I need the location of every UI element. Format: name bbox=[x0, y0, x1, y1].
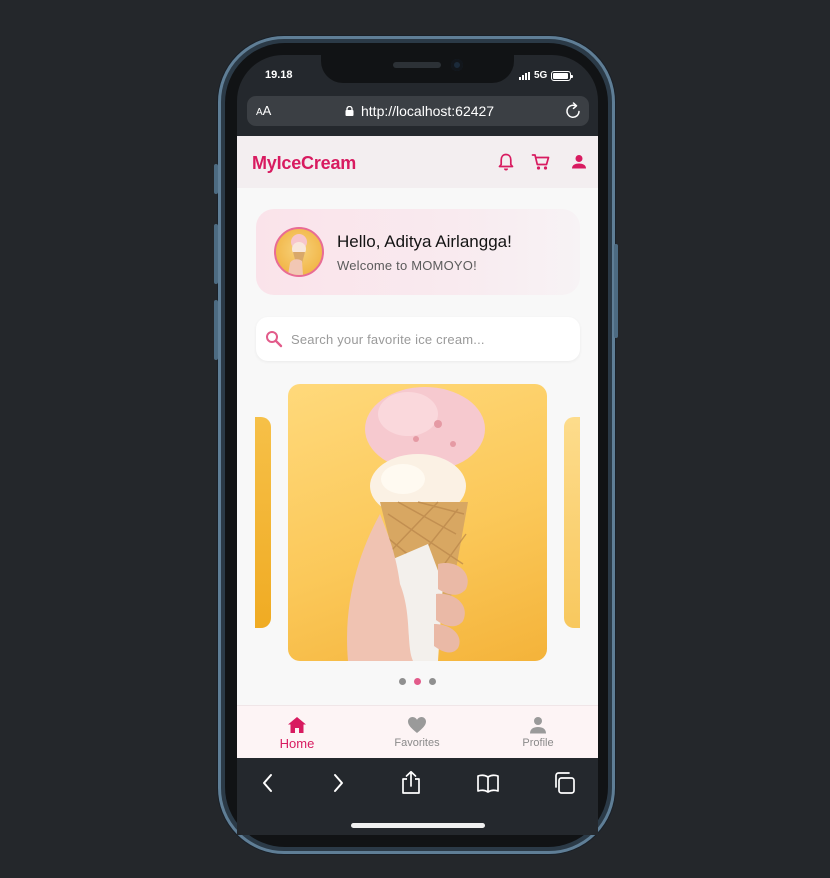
greeting-title: Hello, Aditya Airlangga! bbox=[337, 232, 512, 251]
network-type: 5G bbox=[534, 70, 548, 81]
reload-icon[interactable] bbox=[565, 102, 582, 120]
nav-label-favorites: Favorites bbox=[394, 737, 440, 749]
carousel-next-slide[interactable] bbox=[564, 417, 580, 628]
carousel-dot[interactable] bbox=[429, 678, 436, 685]
tabs-icon[interactable] bbox=[553, 770, 577, 796]
mute-switch bbox=[214, 164, 218, 194]
url-text[interactable]: http://localhost:62427 bbox=[361, 103, 494, 119]
nav-label-home: Home bbox=[279, 736, 315, 751]
nav-item-favorites[interactable]: Favorites bbox=[367, 710, 467, 749]
volume-down-button bbox=[214, 300, 218, 360]
avatar-image bbox=[288, 234, 307, 275]
chevron-left-icon[interactable] bbox=[256, 770, 280, 796]
signal-icon bbox=[519, 71, 530, 80]
carousel-prev-slide[interactable] bbox=[255, 417, 271, 628]
app-viewport: MyIceCream Hello, Aditya Airlangga! Welc… bbox=[237, 136, 598, 758]
status-time: 19.18 bbox=[265, 69, 293, 81]
text-size-button[interactable]: AA bbox=[256, 103, 271, 118]
power-button bbox=[614, 244, 618, 338]
nav-item-profile[interactable]: Profile bbox=[488, 710, 588, 749]
home-icon bbox=[288, 717, 306, 733]
carousel-dot[interactable] bbox=[414, 678, 421, 685]
volume-up-button bbox=[214, 224, 218, 284]
earpiece-speaker bbox=[393, 62, 441, 68]
front-camera bbox=[451, 59, 463, 71]
search-input[interactable] bbox=[291, 327, 571, 351]
app-bar: MyIceCream bbox=[237, 136, 598, 188]
carousel-dot[interactable] bbox=[399, 678, 406, 685]
search-icon bbox=[266, 331, 283, 348]
notch bbox=[321, 53, 514, 83]
nav-item-home[interactable]: Home bbox=[247, 710, 347, 751]
avatar[interactable] bbox=[274, 227, 324, 277]
cart-icon[interactable] bbox=[531, 152, 551, 172]
battery-icon bbox=[551, 70, 574, 81]
carousel-indicator bbox=[399, 678, 436, 685]
ice-cream-cone-image bbox=[347, 387, 485, 661]
lock-icon bbox=[345, 106, 354, 116]
chevron-right-icon[interactable] bbox=[326, 770, 350, 796]
heart-icon bbox=[408, 717, 426, 733]
app-title: MyIceCream bbox=[252, 153, 357, 173]
status-indicators: 5G bbox=[519, 70, 574, 81]
carousel-slide[interactable] bbox=[288, 384, 547, 661]
person-icon bbox=[530, 717, 546, 734]
home-indicator[interactable] bbox=[351, 823, 485, 828]
greeting-subtitle: Welcome to MOMOYO! bbox=[337, 258, 477, 273]
book-icon[interactable] bbox=[476, 770, 500, 796]
share-icon[interactable] bbox=[399, 770, 423, 796]
person-icon[interactable] bbox=[569, 152, 589, 172]
nav-label-profile: Profile bbox=[522, 737, 554, 749]
bell-icon[interactable] bbox=[496, 152, 516, 172]
